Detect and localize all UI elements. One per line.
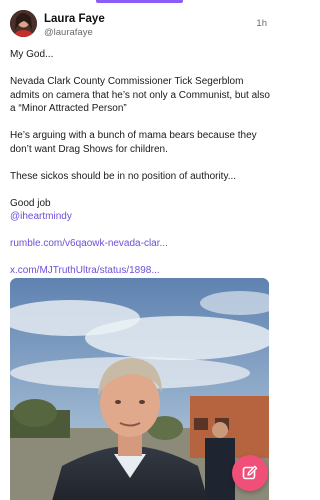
post-timestamp: 1h — [256, 18, 267, 29]
post-paragraph: These sickos should be in no position of… — [10, 170, 237, 182]
rumble-link[interactable]: rumble.com/v6qaowk-nevada-clar... — [10, 237, 272, 251]
mention-link[interactable]: @iheartmindy — [10, 210, 272, 224]
compose-icon — [242, 465, 258, 480]
author-name[interactable]: Laura Faye — [44, 13, 105, 25]
post: Laura Faye @laurafaye 1h My God... Nevad… — [0, 0, 279, 500]
post-paragraph: Good job — [10, 197, 51, 209]
post-paragraph: My God... — [10, 49, 54, 60]
author-handle[interactable]: @laurafaye — [44, 27, 93, 38]
post-body: My God... Nevada Clark County Commission… — [10, 48, 272, 278]
video-thumbnail[interactable] — [10, 278, 269, 500]
x-link[interactable]: x.com/MJTruthUltra/status/1898... — [10, 264, 272, 278]
post-paragraph: He’s arguing with a bunch of mama bears … — [10, 130, 257, 155]
post-header: Laura Faye @laurafaye 1h — [10, 10, 269, 40]
compose-button[interactable] — [232, 455, 268, 491]
avatar[interactable] — [10, 10, 37, 37]
post-paragraph: Nevada Clark County Commissioner Tick Se… — [10, 76, 270, 114]
